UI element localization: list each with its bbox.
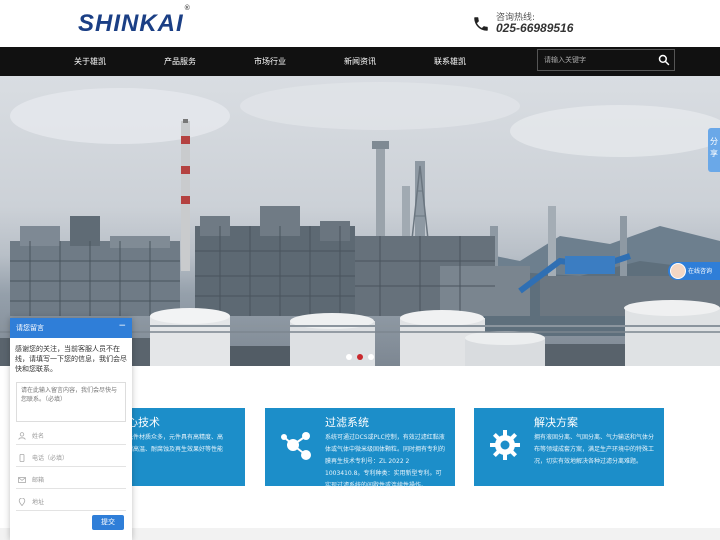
search-icon[interactable]	[658, 54, 670, 66]
search-box	[537, 49, 675, 71]
name-field	[16, 428, 126, 445]
slider-dot-2[interactable]	[357, 354, 363, 360]
message-textarea[interactable]	[16, 382, 126, 422]
nav-item-news[interactable]: 新闻资讯	[330, 47, 390, 76]
slider-dot-1[interactable]	[346, 354, 352, 360]
phone-icon	[19, 454, 25, 462]
online-chat-button[interactable]: 在线咨询	[668, 262, 720, 280]
avatar	[670, 263, 686, 279]
phone-icon	[474, 17, 488, 31]
feature-desc: 系统可通过DCS或PLC控制，有效过滤红黏液体或气体中微米级固体颗粒。同时拥有专…	[325, 434, 446, 489]
feature-title: 解决方案	[534, 416, 578, 429]
leave-message-panel: 请您留言 − 感谢您的关注，当前客服人员不在线，请填写一下您的信息，我们会尽快和…	[10, 318, 132, 540]
address-field	[16, 494, 126, 511]
location-icon	[18, 498, 26, 506]
minimize-icon[interactable]: −	[118, 321, 126, 331]
search-input[interactable]	[538, 50, 654, 70]
user-icon	[18, 432, 26, 440]
feature-desc: 拥有液固分离、气固分离、气力输送和气体分布等领域成套方案，满足生产环境中的特殊工…	[534, 434, 655, 465]
nav-item-markets[interactable]: 市场行业	[240, 47, 300, 76]
slider-dot-3[interactable]	[368, 354, 374, 360]
logo[interactable]: SHINKAI®	[78, 5, 190, 38]
online-chat-label: 在线咨询	[688, 268, 713, 275]
phone-input[interactable]	[32, 452, 122, 465]
email-field	[16, 472, 126, 489]
site-header: SHINKAI® 咨询热线: 025-66989516	[0, 0, 720, 47]
mail-icon	[18, 477, 26, 483]
logo-text: SHINKAI	[78, 10, 184, 37]
submit-button[interactable]: 提交	[92, 515, 124, 530]
message-intro: 感谢您的关注，当前客服人员不在线，请填写一下您的信息，我们会尽快和您联系。	[15, 345, 127, 373]
feature-card-solutions[interactable]: 解决方案 拥有液固分离、气固分离、气力输送和气体分布等领域成套方案，满足生产环境…	[474, 408, 664, 486]
feature-desc-line: 元件材质众多，元件具有高精度、高	[127, 434, 224, 441]
message-panel-title: 请您留言	[16, 324, 44, 332]
message-panel-header[interactable]: 请您留言 −	[10, 318, 132, 338]
feature-desc-line: 耐高温、耐腐蚀及再生效果好等性能	[127, 446, 224, 453]
feature-title: 过滤系统	[325, 416, 369, 429]
gear-icon	[490, 430, 520, 460]
nav-item-products[interactable]: 产品服务	[150, 47, 210, 76]
name-input[interactable]	[32, 430, 122, 443]
share-tab[interactable]: 分享	[708, 128, 720, 172]
nav-item-contact[interactable]: 联系雄凯	[420, 47, 480, 76]
nav-item-about[interactable]: 关于雄凯	[60, 47, 120, 76]
registered-mark: ®	[184, 5, 191, 12]
address-input[interactable]	[32, 496, 122, 509]
feature-desc: 元件材质众多，元件具有高精度、高 耐高温、耐腐蚀及再生效果好等性能	[127, 432, 239, 456]
email-input[interactable]	[32, 474, 122, 487]
feature-card-filtration[interactable]: 过滤系统 系统可通过DCS或PLC控制，有效过滤红黏液体或气体中微米级固体颗粒。…	[265, 408, 455, 489]
phone-field	[16, 450, 126, 467]
molecule-icon	[281, 432, 311, 460]
hotline-number: 025-66989516	[496, 21, 574, 35]
